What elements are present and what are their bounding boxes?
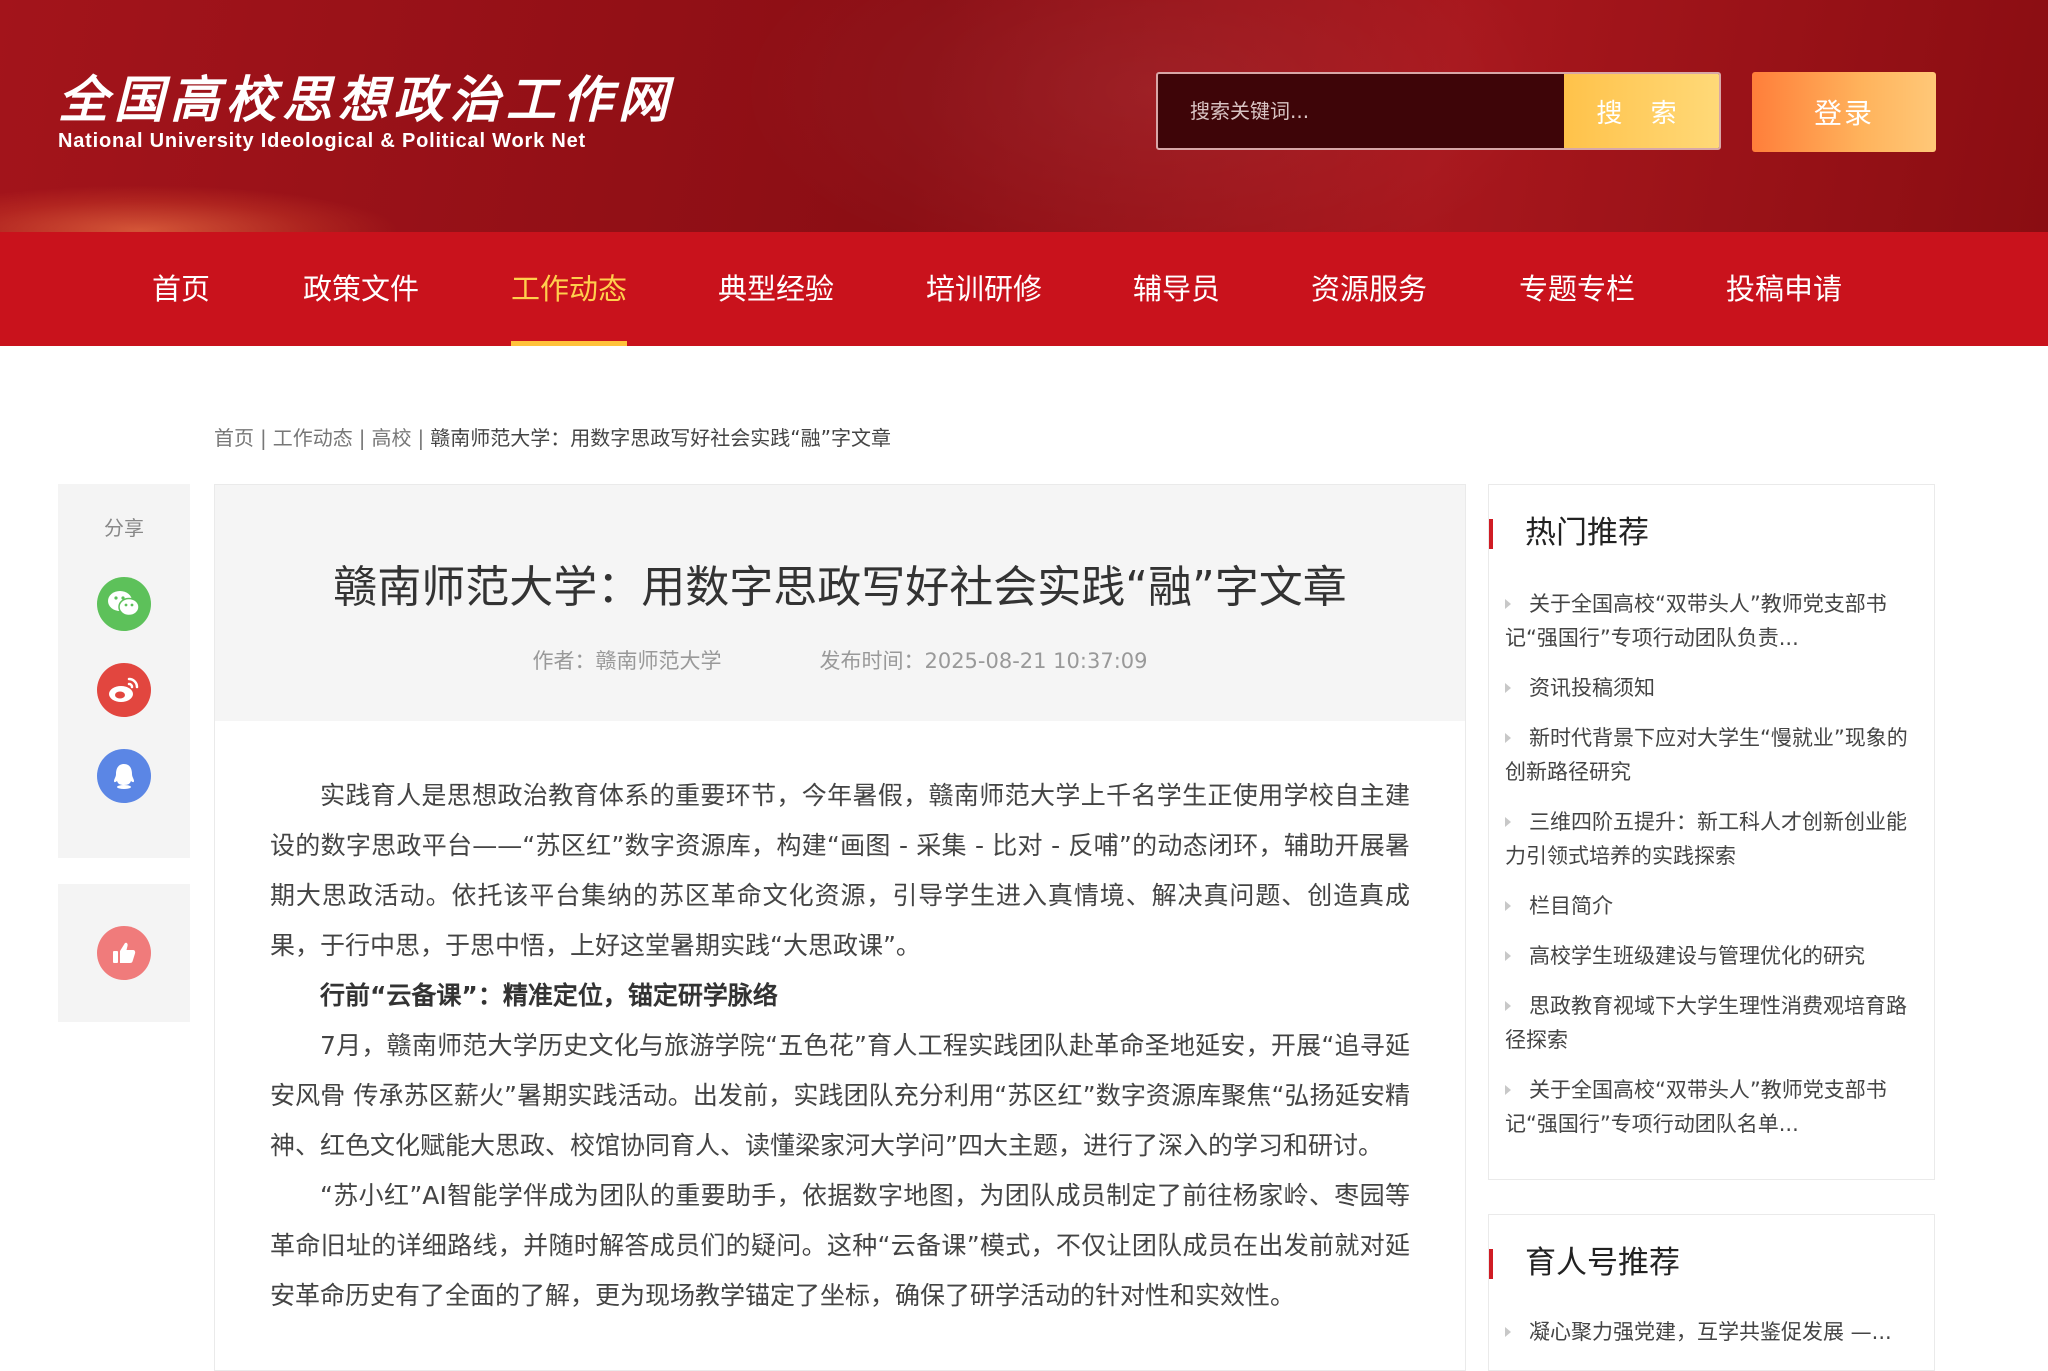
nav-item-work-news[interactable]: 工作动态 [511, 232, 628, 346]
header-decoration [0, 185, 400, 232]
breadcrumb-current: 赣南师范大学：用数字思政写好社会实践“融”字文章 [430, 426, 891, 450]
article-title: 赣南师范大学：用数字思政写好社会实践“融”字文章 [333, 562, 1347, 613]
list-item[interactable]: 新时代背景下应对大学生“慢就业”现象的创新路径研究 [1505, 721, 1915, 789]
article-meta: 作者：赣南师范大学 发布时间：2025-08-21 10:37:09 [215, 645, 1465, 675]
login-button[interactable]: 登录 [1752, 72, 1936, 152]
hot-recommend-panel: 热门推荐 关于全国高校“双带头人”教师党支部书记“强国行”专项行动团队负责...… [1488, 484, 1935, 1180]
weibo-icon [109, 677, 139, 702]
nav-item-counselor[interactable]: 辅导员 [1133, 232, 1220, 346]
list-item[interactable]: 思政教育视域下大学生理性消费观培育路径探索 [1505, 989, 1915, 1057]
nav-item-home[interactable]: 首页 [152, 232, 210, 346]
search-box: 搜 索 [1156, 72, 1721, 150]
breadcrumb: 首页 | 工作动态 | 高校 | 赣南师范大学：用数字思政写好社会实践“融”字文章 [214, 422, 891, 451]
breadcrumb-separator: | [358, 426, 366, 450]
breadcrumb-separator: | [417, 426, 425, 450]
share-panel: 分享 [58, 484, 190, 858]
like-panel [58, 884, 190, 1022]
list-item[interactable]: 三维四阶五提升：新工科人才创新创业能力引领式培养的实践探索 [1505, 805, 1915, 873]
breadcrumb-work-news[interactable]: 工作动态 [273, 426, 353, 450]
thumbs-up-icon [113, 942, 136, 963]
article: 赣南师范大学：用数字思政写好社会实践“融”字文章 作者：赣南师范大学 发布时间：2… [214, 484, 1466, 1371]
nav-item-submission[interactable]: 投稿申请 [1726, 232, 1842, 346]
author-label: 作者： [532, 649, 596, 673]
list-item[interactable]: 关于全国高校“双带头人”教师党支部书记“强国行”专项行动团队名单... [1505, 1073, 1915, 1141]
hot-recommend-list: 关于全国高校“双带头人”教师党支部书记“强国行”专项行动团队负责... 资讯投稿… [1505, 587, 1915, 1157]
article-paragraph: “苏小红”AI智能学伴成为团队的重要助手，依据数字地图，为团队成员制定了前往杨家… [270, 1181, 1410, 1310]
logo-english: National University Ideological & Politi… [58, 130, 587, 152]
weibo-share-button[interactable] [97, 663, 151, 717]
author-name: 赣南师范大学 [595, 649, 722, 673]
article-header: 赣南师范大学：用数字思政写好社会实践“融”字文章 作者：赣南师范大学 发布时间：2… [215, 485, 1465, 721]
share-label: 分享 [104, 516, 144, 540]
logo-chinese: 全国高校思想政治工作网 [58, 70, 674, 129]
hot-recommend-title: 热门推荐 [1489, 513, 1649, 553]
article-subheading: 行前“云备课”：精准定位，锚定研学脉络 [320, 981, 778, 1010]
breadcrumb-universities[interactable]: 高校 [372, 426, 412, 450]
qq-icon [114, 764, 134, 789]
list-item[interactable]: 凝心聚力强党建，互学共鉴促发展 —... [1505, 1315, 1915, 1349]
list-item[interactable]: 高校学生班级建设与管理优化的研究 [1505, 939, 1915, 973]
site-header: 全国高校思想政治工作网 National University Ideologi… [0, 0, 2048, 232]
qq-share-button[interactable] [97, 749, 151, 803]
nav-item-training[interactable]: 培训研修 [926, 232, 1042, 346]
nav-item-typical-experience[interactable]: 典型经验 [718, 232, 834, 346]
publish-date: 2025-08-21 10:37:09 [924, 649, 1148, 673]
list-item[interactable]: 栏目简介 [1505, 889, 1915, 923]
breadcrumb-separator: | [260, 426, 267, 450]
search-input[interactable] [1158, 74, 1564, 148]
article-body: 实践育人是思想政治教育体系的重要环节，今年暑假，赣南师范大学上千名学生正使用学校… [270, 771, 1410, 1321]
nav-item-resources[interactable]: 资源服务 [1311, 232, 1427, 346]
wechat-share-button[interactable] [97, 577, 151, 631]
yuren-recommend-list: 凝心聚力强党建，互学共鉴促发展 —... [1505, 1315, 1915, 1365]
site-logo[interactable]: 全国高校思想政治工作网 National University Ideologi… [58, 72, 674, 153]
article-paragraph: 实践育人是思想政治教育体系的重要环节，今年暑假，赣南师范大学上千名学生正使用学校… [270, 781, 1410, 960]
list-item[interactable]: 关于全国高校“双带头人”教师党支部书记“强国行”专项行动团队负责... [1505, 587, 1915, 655]
article-paragraph: 7月，赣南师范大学历史文化与旅游学院“五色花”育人工程实践团队赴革命圣地延安，开… [270, 1031, 1410, 1160]
yuren-recommend-title: 育人号推荐 [1489, 1243, 1680, 1283]
yuren-recommend-panel: 育人号推荐 凝心聚力强党建，互学共鉴促发展 —... [1488, 1214, 1935, 1371]
date-label: 发布时间： [819, 649, 925, 673]
like-button[interactable] [97, 926, 151, 980]
main-nav: 首页 政策文件 工作动态 典型经验 培训研修 辅导员 资源服务 专题专栏 投稿申… [0, 232, 2048, 346]
wechat-icon [108, 591, 140, 617]
nav-item-policy[interactable]: 政策文件 [303, 232, 419, 346]
nav-item-special-column[interactable]: 专题专栏 [1519, 232, 1635, 346]
breadcrumb-home[interactable]: 首页 [214, 426, 254, 450]
search-button[interactable]: 搜 索 [1564, 74, 1719, 148]
list-item[interactable]: 资讯投稿须知 [1505, 671, 1915, 705]
